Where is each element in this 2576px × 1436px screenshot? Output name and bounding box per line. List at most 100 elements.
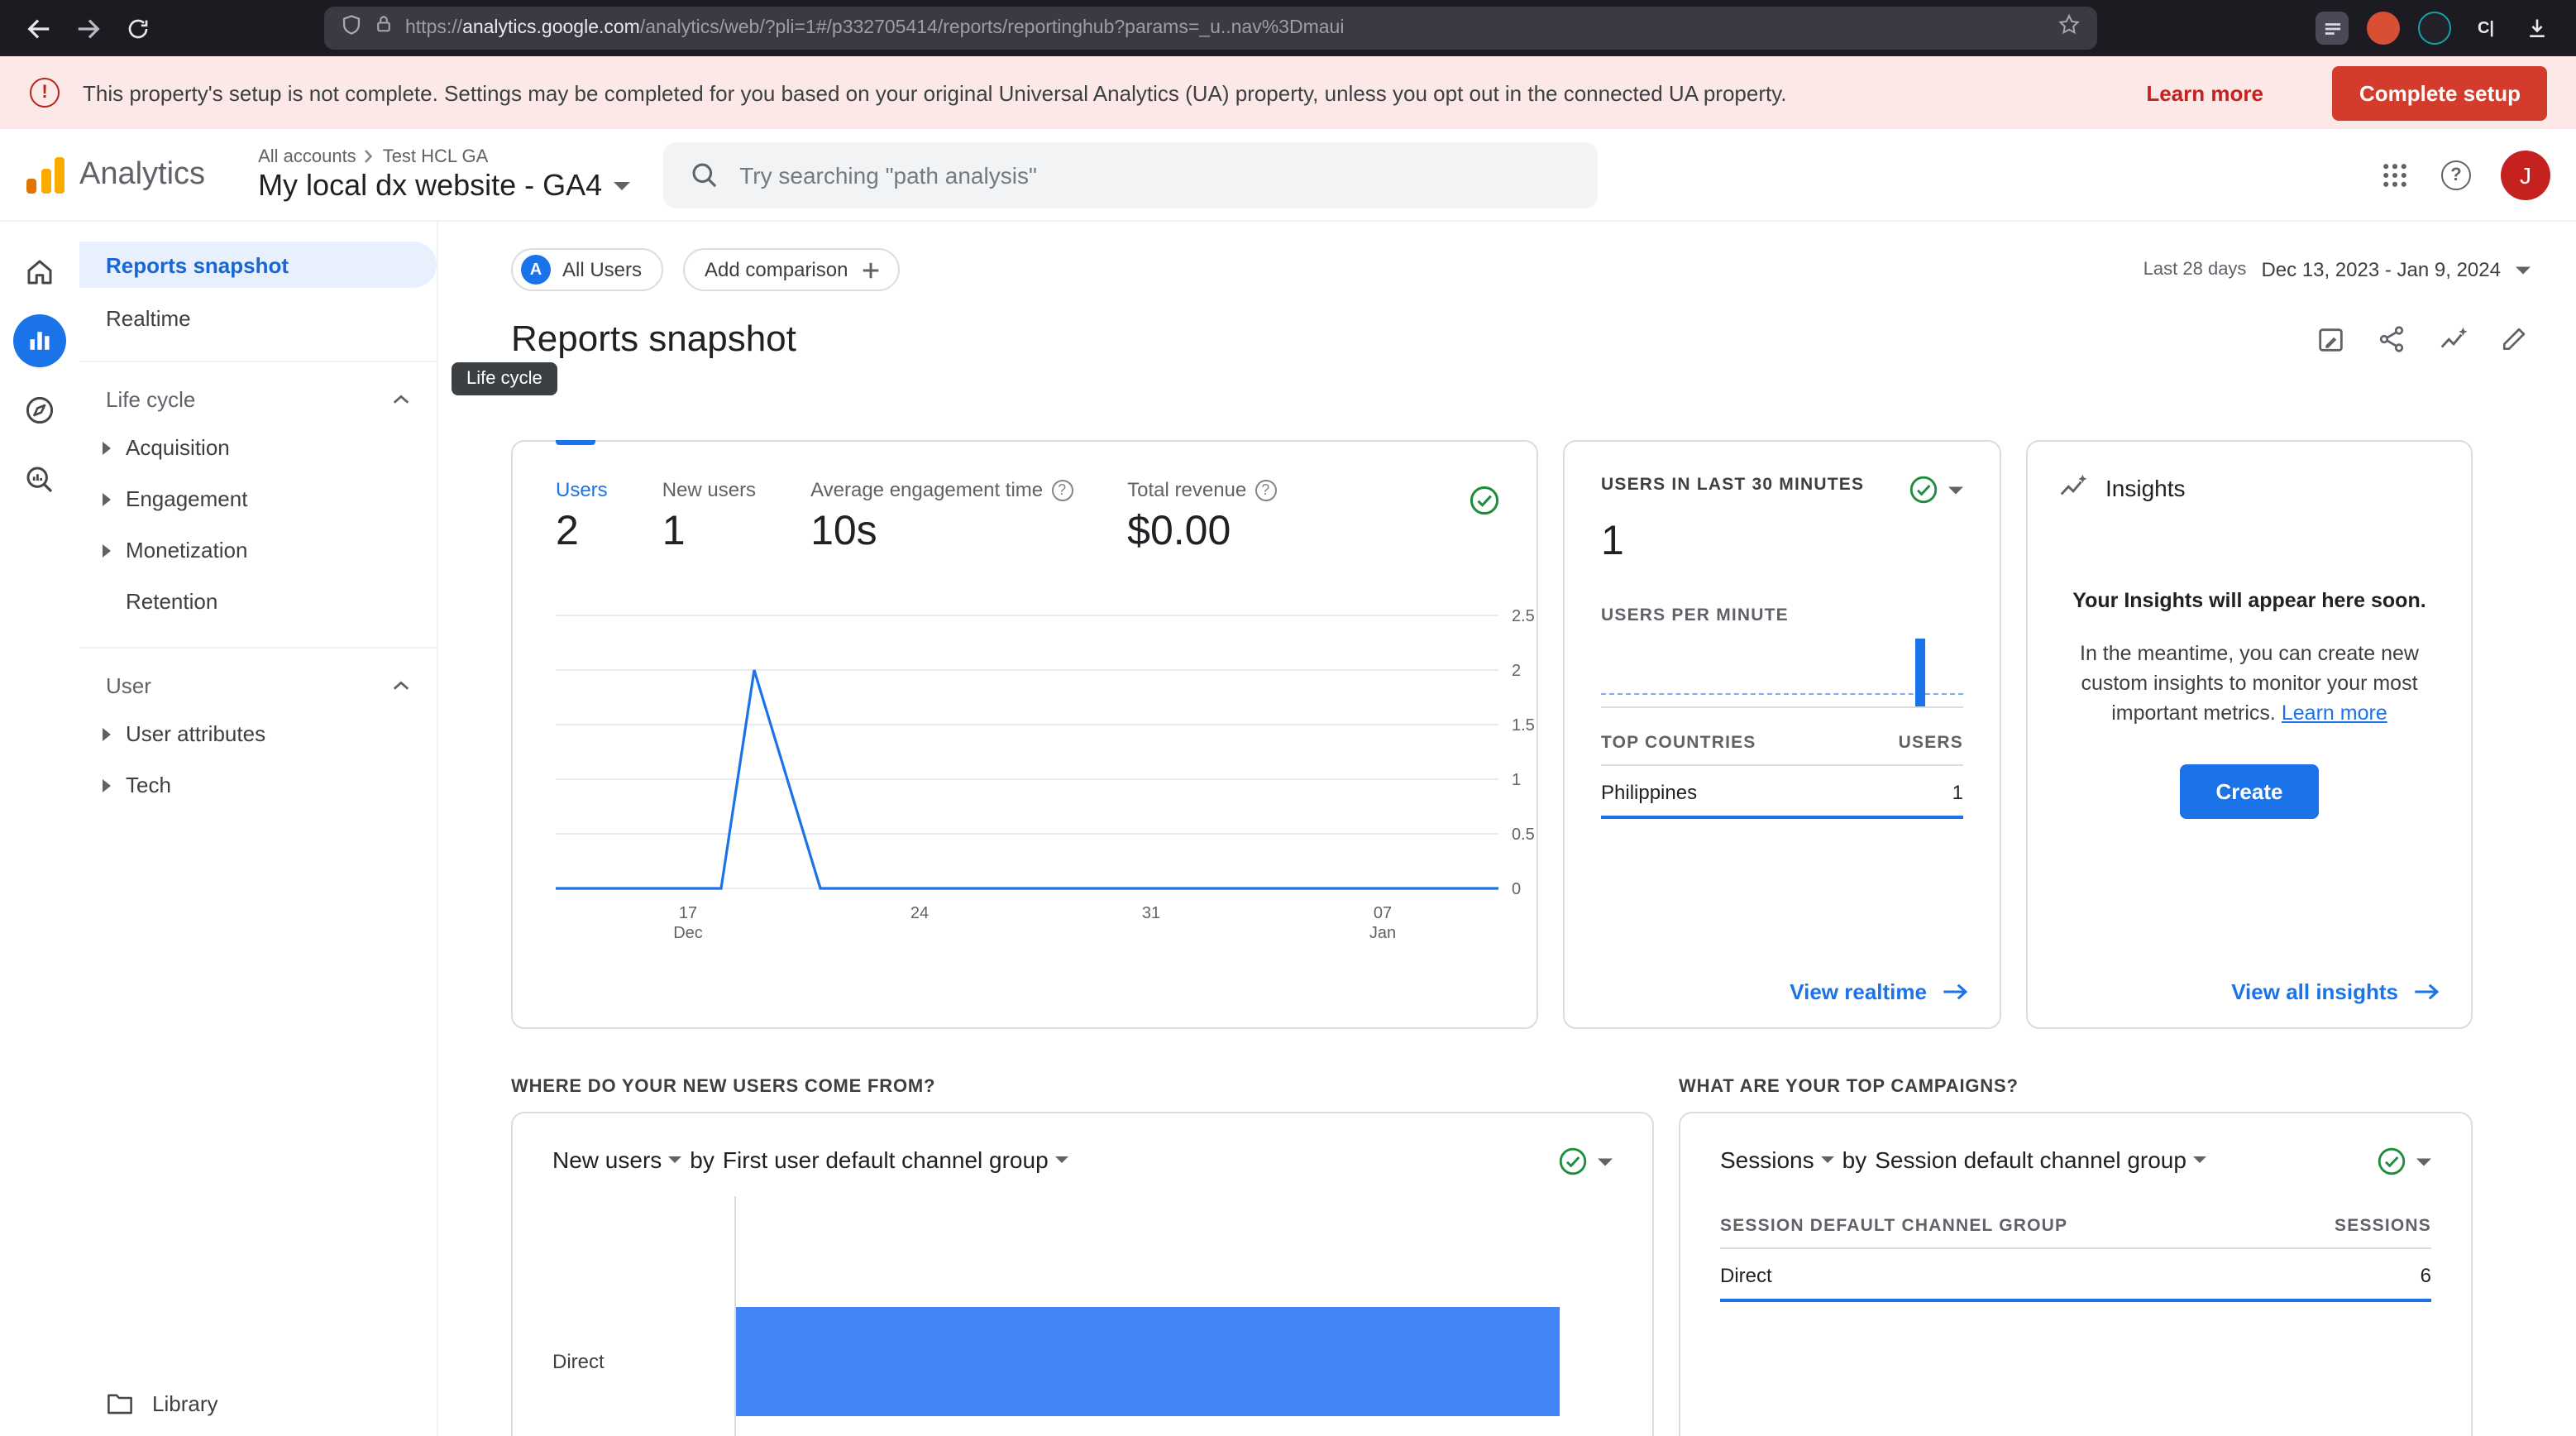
- sidebar-item-tech[interactable]: Tech: [79, 759, 437, 811]
- browser-extension-icon-2[interactable]: [2367, 12, 2400, 45]
- metric-users[interactable]: Users 2: [556, 478, 608, 556]
- data-quality-icon[interactable]: [1469, 485, 1500, 516]
- chevron-down-icon: [614, 181, 630, 189]
- app-header: Analytics All accounts Test HCL GA My lo…: [0, 129, 2576, 222]
- bar-category-label: Direct: [552, 1350, 605, 1373]
- chevron-down-icon: [1821, 1156, 1834, 1163]
- expand-triangle-icon: [103, 492, 111, 505]
- home-icon[interactable]: [13, 245, 66, 298]
- browser-extension-icon-1[interactable]: [2316, 12, 2349, 45]
- arrow-right-icon: [1942, 983, 1970, 1001]
- reports-icon[interactable]: [13, 314, 66, 367]
- sidebar-item-library[interactable]: Library: [106, 1391, 218, 1416]
- svg-text:1: 1: [1512, 771, 1521, 789]
- product-name: Analytics: [79, 156, 205, 193]
- sessions-by-channel-card: Sessions by Session default channel grou…: [1679, 1112, 2473, 1436]
- metric-selector[interactable]: Sessions: [1720, 1146, 1834, 1173]
- dimension-selector[interactable]: Session default channel group: [1875, 1146, 2206, 1173]
- view-all-insights-link[interactable]: View all insights: [2231, 979, 2441, 1004]
- folder-icon: [106, 1391, 134, 1416]
- lifecycle-tooltip: Life cycle: [452, 362, 557, 395]
- tracking-shield-icon[interactable]: [341, 12, 362, 44]
- browser-extension-icon-4[interactable]: C|: [2469, 12, 2502, 45]
- complete-setup-button[interactable]: Complete setup: [2333, 65, 2547, 120]
- url-text: https://analytics.google.com/analytics/w…: [405, 18, 2046, 38]
- chevron-right-icon: [365, 149, 375, 164]
- selected-metric-indicator: [556, 440, 595, 445]
- page-title: Reports snapshot: [511, 318, 796, 361]
- url-bar[interactable]: https://analytics.google.com/analytics/w…: [324, 7, 2097, 50]
- expand-triangle-icon: [103, 543, 111, 557]
- expand-triangle-icon: [103, 778, 111, 792]
- sidebar-item-reports-snapshot[interactable]: Reports snapshot: [79, 242, 437, 288]
- sidebar-item-monetization[interactable]: Monetization: [79, 524, 437, 576]
- alert-icon: !: [30, 78, 60, 108]
- customize-report-icon[interactable]: [2314, 323, 2347, 356]
- data-quality-menu[interactable]: [2377, 1146, 2431, 1176]
- search-input[interactable]: [739, 161, 1571, 188]
- browser-forward-button[interactable]: [66, 7, 109, 50]
- browser-reload-button[interactable]: [116, 7, 159, 50]
- data-quality-menu[interactable]: [1909, 475, 1963, 505]
- share-icon[interactable]: [2375, 323, 2408, 356]
- account-property-selector[interactable]: All accounts Test HCL GA My local dx web…: [258, 146, 630, 203]
- users-per-minute-chart: [1601, 639, 1963, 708]
- browser-extension-icon-3[interactable]: [2418, 12, 2451, 45]
- browser-back-button[interactable]: [17, 7, 60, 50]
- user-avatar[interactable]: J: [2501, 150, 2550, 199]
- browser-toolbar: https://analytics.google.com/analytics/w…: [0, 0, 2576, 56]
- screen: https://analytics.google.com/analytics/w…: [0, 0, 2576, 1436]
- realtime-card: USERS IN LAST 30 MINUTES 1 USERS PER MIN…: [1563, 440, 2001, 1029]
- metric-total-revenue[interactable]: Total revenue ? $0.00: [1127, 478, 1276, 556]
- sidebar-item-acquisition[interactable]: Acquisition: [79, 422, 437, 473]
- explore-icon[interactable]: [13, 384, 66, 437]
- apps-grid-icon[interactable]: [2378, 158, 2411, 191]
- date-range-picker[interactable]: Last 28 days Dec 13, 2023 - Jan 9, 2024: [2143, 258, 2531, 281]
- analytics-logo-icon[interactable]: [26, 156, 65, 193]
- new-users-by-channel-card: New users by First user default channel …: [511, 1112, 1654, 1436]
- dimension-selector[interactable]: First user default channel group: [723, 1146, 1068, 1173]
- report-main-area: A All Users Add comparison Last 28 days …: [438, 222, 2576, 1436]
- campaigns-question-label: WHAT ARE YOUR TOP CAMPAIGNS?: [1679, 1077, 2019, 1097]
- insights-icon[interactable]: [2436, 323, 2469, 356]
- help-icon[interactable]: ?: [1255, 479, 1276, 500]
- bookmark-star-icon[interactable]: [2057, 12, 2081, 44]
- chevron-down-icon: [2516, 266, 2531, 274]
- user-section-header[interactable]: User: [79, 662, 437, 708]
- lock-icon[interactable]: [374, 13, 394, 43]
- create-insight-button[interactable]: Create: [2180, 765, 2320, 820]
- property-name: My local dx website - GA4: [258, 168, 602, 203]
- view-realtime-link[interactable]: View realtime: [1790, 979, 1970, 1004]
- download-icon[interactable]: [2521, 12, 2554, 45]
- plus-icon: [859, 259, 881, 280]
- metric-new-users[interactable]: New users 1: [662, 478, 756, 556]
- table-row: Philippines 1: [1601, 766, 1963, 819]
- metric-avg-engagement-time[interactable]: Average engagement time ? 10s: [810, 478, 1073, 556]
- top-countries-table: TOP COUNTRIES USERS Philippines 1: [1601, 733, 1963, 819]
- learn-more-link[interactable]: Learn more: [2146, 80, 2263, 105]
- help-icon[interactable]: ?: [1051, 479, 1073, 500]
- sidebar-item-retention[interactable]: Retention: [79, 576, 437, 627]
- expand-triangle-icon: [103, 727, 111, 740]
- chevron-down-icon: [1598, 1157, 1613, 1166]
- sidebar-item-realtime[interactable]: Realtime: [79, 294, 437, 341]
- sidebar-item-user-attributes[interactable]: User attributes: [79, 708, 437, 759]
- help-icon[interactable]: ?: [2441, 160, 2471, 189]
- add-comparison-chip[interactable]: Add comparison: [683, 248, 899, 291]
- insights-description: In the meantime, you can create new cust…: [2071, 639, 2428, 729]
- insights-icon: [2057, 471, 2089, 503]
- users-per-minute-title: USERS PER MINUTE: [1601, 606, 1963, 625]
- svg-text:Dec: Dec: [673, 924, 703, 942]
- all-users-chip[interactable]: A All Users: [511, 248, 663, 291]
- global-search[interactable]: [663, 141, 1598, 208]
- sidebar-item-engagement[interactable]: Engagement: [79, 473, 437, 524]
- advertising-icon[interactable]: [13, 453, 66, 506]
- chevron-down-icon: [668, 1156, 681, 1163]
- learn-more-link[interactable]: Learn more: [2282, 702, 2387, 725]
- lifecycle-section-header[interactable]: Life cycle: [79, 376, 437, 422]
- realtime-title: USERS IN LAST 30 MINUTES: [1601, 475, 1864, 495]
- edit-icon[interactable]: [2497, 323, 2531, 356]
- data-quality-menu[interactable]: [1558, 1146, 1613, 1176]
- chevron-down-icon: [1055, 1156, 1068, 1163]
- metric-selector[interactable]: New users: [552, 1146, 681, 1173]
